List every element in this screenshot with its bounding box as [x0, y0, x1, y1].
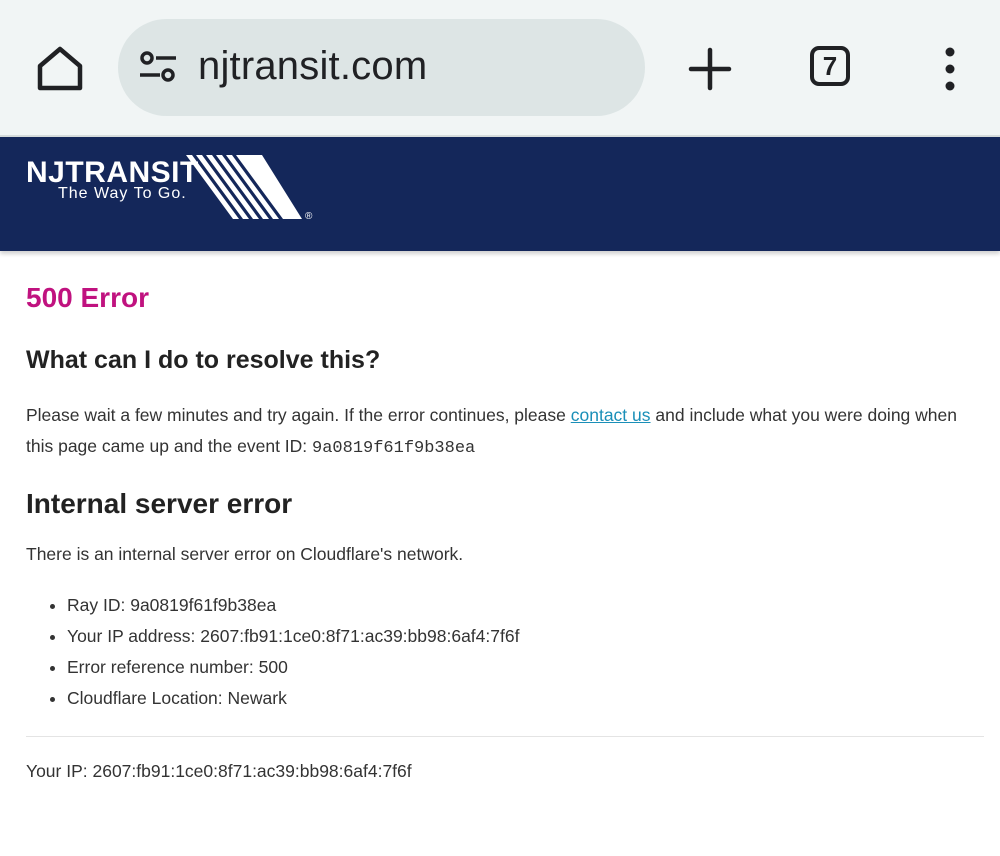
- resolve-text-1: Please wait a few minutes and try again.…: [26, 405, 571, 425]
- error-details-list: Ray ID: 9a0819f61f9b38ea Your IP address…: [26, 590, 984, 714]
- logo-stripes-icon: ®: [186, 155, 313, 222]
- contact-us-link[interactable]: contact us: [571, 405, 651, 425]
- detail-cloudflare-location: Cloudflare Location: Newark: [67, 683, 984, 714]
- error-title: 500 Error: [26, 282, 149, 313]
- url-text[interactable]: njtransit.com: [198, 41, 427, 91]
- tab-count: 7: [822, 50, 838, 81]
- njtransit-logo[interactable]: NJTRANSIT The Way To Go. ®: [26, 155, 326, 245]
- more-vert-icon[interactable]: [938, 46, 962, 92]
- address-bar[interactable]: njtransit.com: [118, 19, 645, 116]
- error-content: 500 Error What can I do to resolve this?…: [26, 262, 984, 783]
- detail-error-reference: Error reference number: 500: [67, 652, 984, 683]
- resolve-paragraph: Please wait a few minutes and try again.…: [26, 400, 984, 464]
- ise-paragraph: There is an internal server error on Clo…: [26, 544, 464, 564]
- footer-ip: Your IP: 2607:fb91:1ce0:8f71:ac39:bb98:6…: [26, 761, 412, 781]
- event-id: 9a0819f61f9b38ea: [312, 439, 476, 458]
- browser-toolbar: njtransit.com 7: [0, 0, 1000, 137]
- detail-ray-id: Ray ID: 9a0819f61f9b38ea: [67, 590, 984, 621]
- home-icon[interactable]: [34, 44, 86, 94]
- tune-icon[interactable]: [138, 49, 178, 89]
- plus-icon[interactable]: [687, 46, 733, 92]
- registered-mark: ®: [305, 211, 313, 222]
- resolve-heading: What can I do to resolve this?: [26, 346, 381, 374]
- tab-switcher-icon[interactable]: 7: [810, 46, 850, 86]
- divider: [26, 736, 984, 737]
- site-header: NJTRANSIT The Way To Go. ®: [0, 137, 1000, 251]
- logo-tagline: The Way To Go.: [58, 185, 187, 202]
- detail-ip-address: Your IP address: 2607:fb91:1ce0:8f71:ac3…: [67, 621, 984, 652]
- ise-heading: Internal server error: [26, 488, 293, 519]
